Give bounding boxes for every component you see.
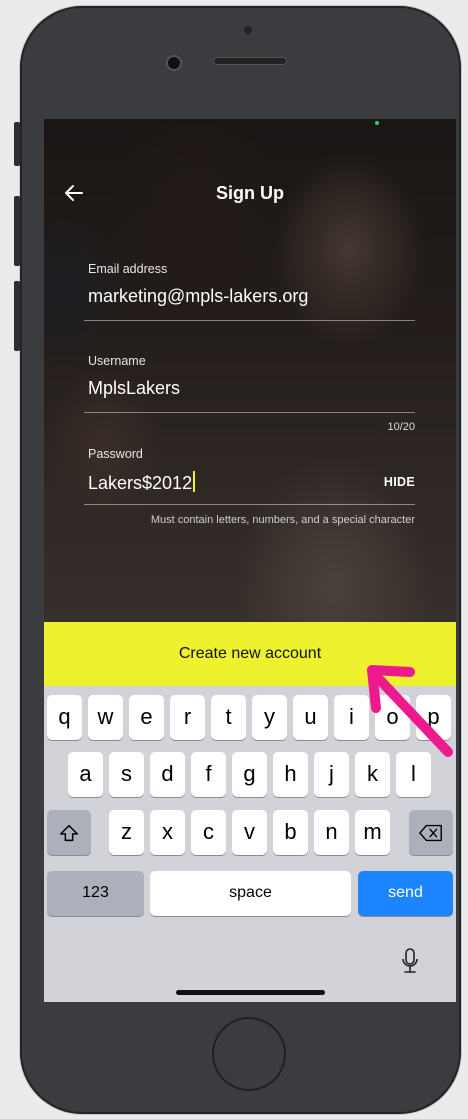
key-r[interactable]: r	[170, 695, 205, 740]
key-s[interactable]: s	[109, 752, 144, 797]
backspace-icon	[419, 825, 442, 842]
key-j[interactable]: j	[314, 752, 349, 797]
key-f[interactable]: f	[191, 752, 226, 797]
key-t[interactable]: t	[211, 695, 246, 740]
key-e[interactable]: e	[129, 695, 164, 740]
key-v[interactable]: v	[232, 810, 267, 855]
key-g[interactable]: g	[232, 752, 267, 797]
email-underline	[84, 320, 415, 321]
front-camera	[168, 57, 180, 69]
mute-switch	[14, 122, 20, 166]
numbers-key[interactable]: 123	[47, 871, 144, 916]
home-indicator	[176, 990, 325, 995]
microphone-icon[interactable]	[401, 947, 419, 975]
email-field[interactable]: marketing@mpls-lakers.org	[88, 286, 308, 307]
key-a[interactable]: a	[68, 752, 103, 797]
key-w[interactable]: w	[88, 695, 123, 740]
password-field[interactable]: Lakers$2012	[88, 471, 196, 494]
backspace-key[interactable]	[409, 810, 453, 855]
send-key[interactable]: send	[358, 871, 453, 916]
username-label: Username	[88, 354, 146, 368]
username-field[interactable]: MplsLakers	[88, 378, 180, 399]
username-underline	[84, 412, 415, 413]
password-value: Lakers$2012	[88, 473, 193, 493]
volume-down-button	[14, 281, 20, 351]
proximity-sensor	[244, 26, 252, 34]
phone-screen: Sign Up Email address marketing@mpls-lak…	[44, 119, 456, 1002]
key-m[interactable]: m	[355, 810, 390, 855]
password-helper-text: Must contain letters, numbers, and a spe…	[150, 514, 415, 526]
page-title: Sign Up	[216, 183, 284, 203]
key-c[interactable]: c	[191, 810, 226, 855]
annotation-arrow-icon	[367, 665, 453, 757]
key-l[interactable]: l	[396, 752, 431, 797]
key-z[interactable]: z	[109, 810, 144, 855]
password-underline	[84, 504, 415, 505]
shift-key[interactable]	[47, 810, 91, 855]
volume-up-button	[14, 196, 20, 266]
username-character-counter: 10/20	[387, 421, 415, 433]
password-label: Password	[88, 447, 143, 461]
status-indicator-dot	[375, 121, 379, 125]
key-h[interactable]: h	[273, 752, 308, 797]
earpiece-speaker	[213, 57, 287, 65]
key-b[interactable]: b	[273, 810, 308, 855]
hide-password-button[interactable]: HIDE	[384, 475, 415, 489]
key-q[interactable]: q	[47, 695, 82, 740]
space-key[interactable]: space	[150, 871, 351, 916]
home-button[interactable]	[212, 1017, 286, 1091]
key-y[interactable]: y	[252, 695, 287, 740]
key-x[interactable]: x	[150, 810, 185, 855]
text-cursor	[193, 471, 196, 492]
key-u[interactable]: u	[293, 695, 328, 740]
key-d[interactable]: d	[150, 752, 185, 797]
email-label: Email address	[88, 262, 168, 276]
shift-arrow-icon	[60, 825, 78, 842]
key-n[interactable]: n	[314, 810, 349, 855]
key-k[interactable]: k	[355, 752, 390, 797]
